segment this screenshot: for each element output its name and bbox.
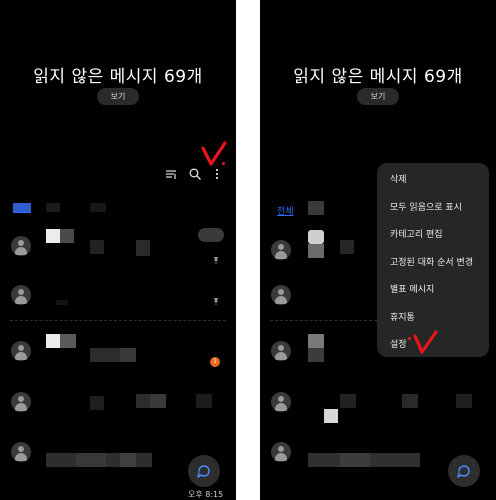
redacted-name [60,229,74,243]
redacted-name [60,334,76,348]
pin-icon [214,298,218,305]
redacted-name [308,334,324,348]
annotation-dot [222,162,225,165]
filter-icon[interactable] [164,166,178,180]
avatar[interactable] [11,442,31,462]
redacted-preview [402,394,418,408]
redacted-preview [340,240,354,254]
redacted-name [308,244,324,258]
filter-tab[interactable] [90,203,106,212]
avatar[interactable] [271,285,291,305]
view-button[interactable]: 보기 [97,88,139,105]
avatar[interactable] [271,392,291,412]
redacted-preview [120,348,136,362]
search-icon[interactable] [188,166,202,180]
compose-button[interactable] [448,455,480,487]
compose-icon [197,465,210,478]
redacted-preview [90,396,104,410]
avatar[interactable] [271,341,291,361]
menu-item-reorder-pinned[interactable]: 고정된 대화 순서 변경 [390,255,473,268]
unread-badge: 1 [210,357,220,367]
menu-item-delete[interactable]: 삭제 [390,172,407,185]
unread-title: 읽지 않은 메시지 69개 [33,67,203,87]
avatar[interactable] [11,392,31,412]
menu-item-trash[interactable]: 휴지통 [390,310,415,323]
menu-item-settings[interactable]: 설정 [390,337,407,350]
annotation-dot [408,337,411,340]
more-vertical-icon[interactable] [210,166,224,180]
redacted-preview [196,394,212,408]
filter-tab-all[interactable]: 전체 [277,204,294,217]
redacted-preview [120,453,136,467]
filter-tab[interactable] [46,203,60,212]
status-time: 오후 8:15 [188,490,224,499]
redacted-preview [340,394,356,408]
compose-button[interactable] [188,455,220,487]
menu-item-mark-all-read[interactable]: 모두 읽음으로 표시 [390,200,462,213]
view-button[interactable]: 보기 [357,88,399,105]
redacted-name [308,348,324,362]
redacted-thumbnail [198,228,224,242]
avatar[interactable] [11,285,31,305]
menu-item-edit-categories[interactable]: 카테고리 편집 [390,227,443,240]
pin-icon [214,257,218,264]
redacted-thumbnail [308,230,324,244]
redacted-preview [150,394,166,408]
redacted-preview [136,240,150,256]
avatar[interactable] [11,236,31,256]
redacted-name [46,334,60,348]
red-check-mark [413,330,438,354]
redacted-preview [456,394,472,408]
unread-title: 읽지 않은 메시지 69개 [293,67,463,87]
redacted-preview [56,300,68,305]
redacted-preview [340,453,370,467]
redacted-preview [76,453,106,467]
messages-screen-left: 읽지 않은 메시지 69개 보기 1 오후 8:15 [0,0,236,500]
redacted-name [46,229,60,243]
avatar[interactable] [271,240,291,260]
menu-item-starred[interactable]: 별표 메시지 [390,282,434,295]
more-options-menu: 삭제 모두 읽음으로 표시 카테고리 편집 고정된 대화 순서 변경 별표 메시… [377,163,489,357]
compose-icon [457,465,470,478]
filter-tab-underline [13,212,31,213]
filter-tab[interactable] [13,203,31,212]
redacted-name [308,201,324,215]
pinned-divider [10,320,226,321]
redacted-preview [90,240,104,254]
avatar[interactable] [11,341,31,361]
redacted-name [324,409,338,423]
avatar[interactable] [271,442,291,462]
